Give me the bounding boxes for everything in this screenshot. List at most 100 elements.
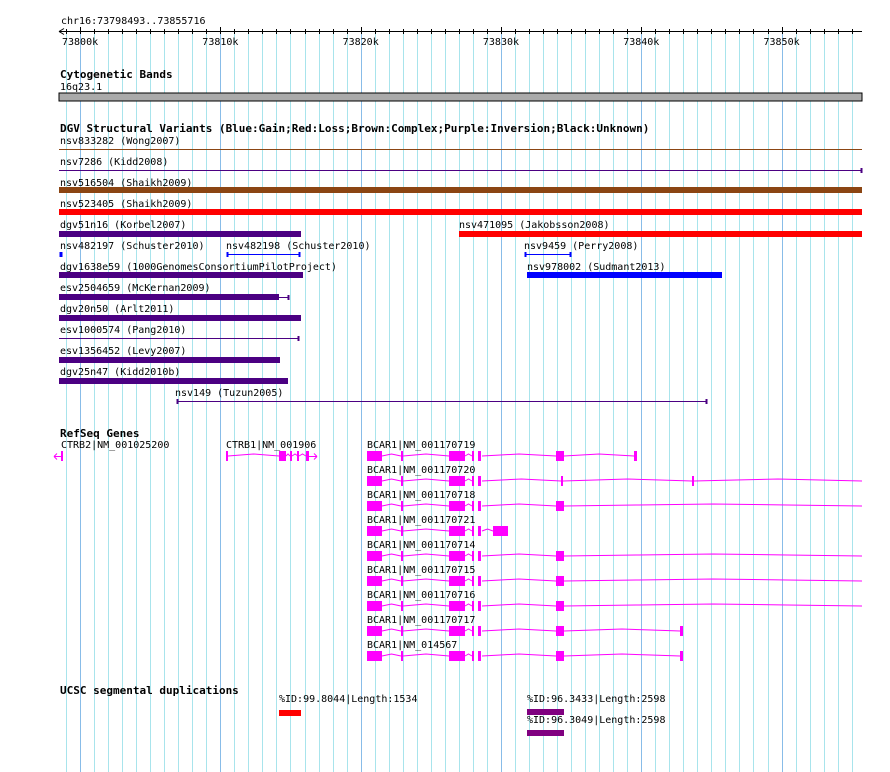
gene-ctrb2[interactable]: CTRB2|NM_001025200 [53,440,169,461]
variant-item[interactable]: nsv833282 (Wong2007) [59,136,862,150]
variant-item[interactable]: nsv523405 (Shaikh2009) [59,199,862,215]
exon[interactable] [449,501,465,511]
variant-item[interactable]: esv1356452 (Levy2007) [59,346,280,363]
exon[interactable] [367,551,382,561]
exon[interactable] [449,651,465,661]
variant-item[interactable]: dgv20n50 (Arlt2011) [59,304,301,321]
exon[interactable] [472,651,474,661]
exon[interactable] [401,651,403,661]
gene-bcar1[interactable]: BCAR1|NM_001170715 [367,565,863,586]
exon[interactable] [367,501,382,511]
gene-bcar1[interactable]: BCAR1|NM_014567 [367,640,683,661]
exon[interactable] [556,551,564,561]
variant-bar[interactable] [59,378,288,384]
exon[interactable] [472,501,474,511]
refseq-track[interactable]: RefSeq Genes CTRB2|NM_001025200 CTRB1|NM_… [53,427,863,661]
exon[interactable] [478,651,481,661]
variant-bar[interactable] [59,231,301,237]
exon[interactable] [297,451,299,461]
exon[interactable] [367,651,382,661]
gene-bcar1[interactable]: BCAR1|NM_001170718 [367,490,863,511]
gene-bcar1[interactable]: BCAR1|NM_001170717 [367,615,683,636]
exon[interactable] [449,576,465,586]
exon[interactable] [367,576,382,586]
segdup-item[interactable]: %ID:99.8044|Length:1534 [279,694,417,716]
exon[interactable] [226,451,228,461]
exon[interactable] [449,476,465,486]
variant-item[interactable]: nsv7286 (Kidd2008) [59,157,863,173]
exon[interactable] [401,451,403,461]
exon[interactable] [449,626,465,636]
exon[interactable] [478,576,481,586]
variant-item[interactable]: dgv51n16 (Korbel2007) [59,220,301,237]
gene-bcar1[interactable]: BCAR1|NM_001170721 [367,515,508,536]
exon[interactable] [472,476,474,486]
exon[interactable] [478,451,481,461]
gene-bcar1[interactable]: BCAR1|NM_001170716 [367,590,863,611]
variant-bar[interactable] [59,187,862,193]
exon[interactable] [306,451,309,461]
exon[interactable] [401,626,403,636]
exon[interactable] [556,501,564,511]
exon[interactable] [449,526,465,536]
exon[interactable] [561,476,563,486]
variant-item[interactable]: nsv482198 (Schuster2010) [226,241,371,257]
exon[interactable] [367,626,382,636]
exon[interactable] [449,601,465,611]
exon[interactable] [478,501,481,511]
exon[interactable] [556,626,564,636]
cytoband-bar[interactable] [58,92,863,102]
gene-bcar1[interactable]: BCAR1|NM_001170720 [367,465,863,486]
variant-item[interactable]: dgv25n47 (Kidd2010b) [59,367,288,384]
variant-item[interactable]: nsv516504 (Shaikh2009) [59,178,862,193]
variant-item[interactable]: nsv9459 (Perry2008) [524,241,638,257]
exon[interactable] [472,526,474,536]
exon[interactable] [279,451,286,461]
exon[interactable] [472,601,474,611]
variant-item[interactable]: nsv482197 (Schuster2010) [59,241,205,257]
exon[interactable] [556,651,564,661]
exon[interactable] [680,626,683,636]
variant-item[interactable]: nsv471095 (Jakobsson2008) [459,220,862,237]
exon[interactable] [367,476,382,486]
exon[interactable] [401,576,403,586]
dgv-track[interactable]: DGV Structural Variants (Blue:Gain;Red:L… [59,122,863,404]
exon[interactable] [401,476,403,486]
variant-bar[interactable] [59,209,862,215]
exon[interactable] [556,451,564,461]
exon[interactable] [401,526,403,536]
segdup-bar[interactable] [279,710,301,716]
variant-bar[interactable] [59,272,303,278]
variant-bar[interactable] [459,231,862,237]
exon[interactable] [449,551,465,561]
exon[interactable] [692,476,694,486]
exon[interactable] [401,601,403,611]
exon[interactable] [472,551,474,561]
variant-bar[interactable] [59,357,280,363]
exon[interactable] [680,651,683,661]
exon[interactable] [61,451,63,461]
gene-bcar1[interactable]: BCAR1|NM_001170714 [367,540,863,561]
exon[interactable] [367,526,382,536]
exon[interactable] [449,451,465,461]
cytoband-track[interactable]: Cytogenetic Bands 16q23.1 [58,68,863,102]
exon[interactable] [493,526,508,536]
exon[interactable] [556,576,564,586]
exon[interactable] [478,526,481,536]
exon[interactable] [556,601,564,611]
exon[interactable] [634,451,637,461]
exon[interactable] [478,601,481,611]
gene-ctrb1[interactable]: CTRB1|NM_001906 [226,440,318,461]
exon[interactable] [401,501,403,511]
segdup-bar[interactable] [527,730,564,736]
exon[interactable] [472,626,474,636]
variant-item[interactable]: dgv1638e59 (1000GenomesConsortiumPilotPr… [59,262,337,278]
exon[interactable] [367,601,382,611]
exon[interactable] [478,476,481,486]
variant-bar[interactable] [527,272,722,278]
variant-bar[interactable] [59,294,279,300]
exon[interactable] [401,551,403,561]
exon[interactable] [478,626,481,636]
genome-browser-view[interactable]: chr16:73798493..73855716 73800k 73810k 738… [0,0,890,772]
variant-bar[interactable] [59,315,301,321]
